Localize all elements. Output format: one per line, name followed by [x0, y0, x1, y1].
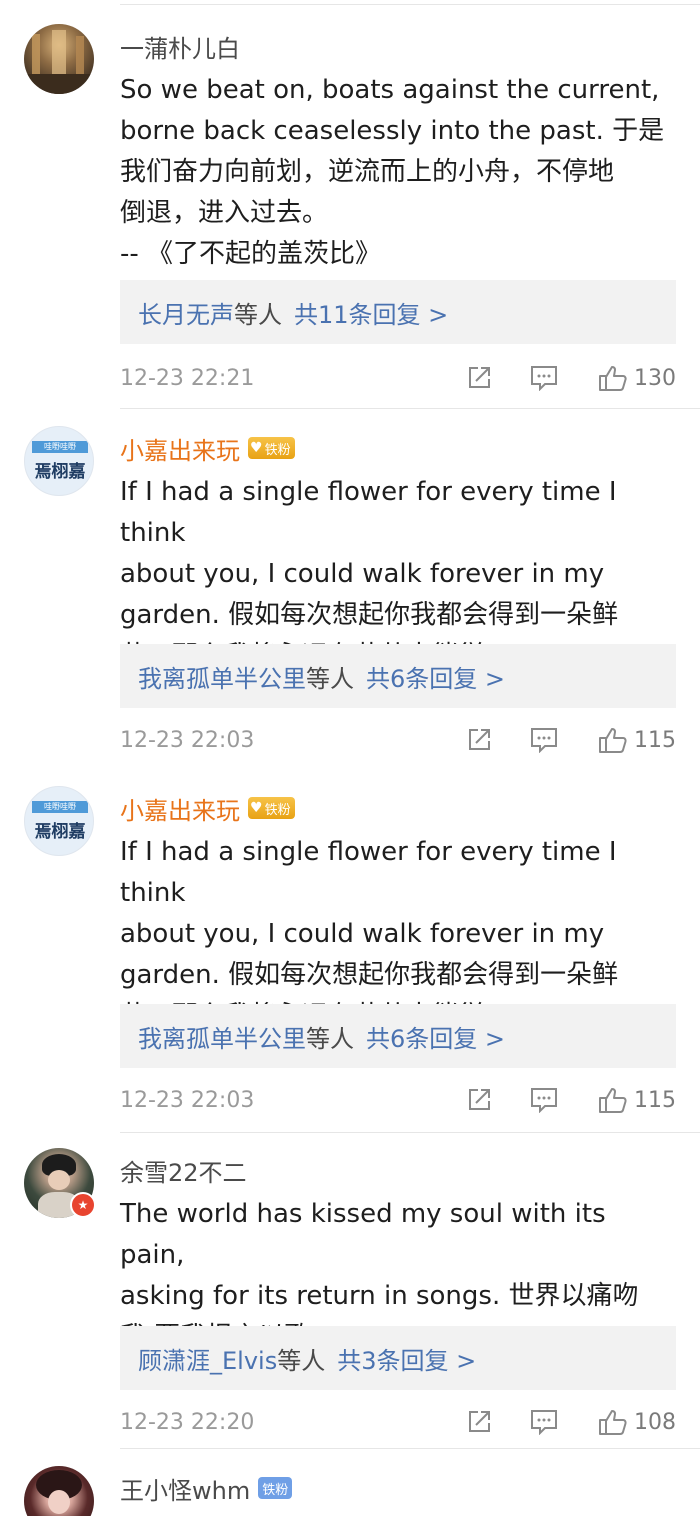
comment-item: 王小怪whm 铁粉	[0, 1466, 700, 1516]
avatar-text: 焉栩嘉	[34, 822, 86, 842]
reply-users[interactable]: 我离孤单半公里	[138, 1019, 306, 1054]
reply-users[interactable]: 顾潇涯_Elvis	[138, 1341, 277, 1376]
username[interactable]: 一蒲朴儿白	[120, 29, 240, 64]
fan-badge: 铁粉	[258, 1477, 293, 1499]
heart-icon: ♥	[250, 800, 263, 816]
avatar-banner: 哇嘢哇嘢	[32, 801, 88, 813]
reply-count[interactable]: 共3条回复 >	[337, 1341, 476, 1376]
timestamp: 12-23 22:03	[120, 1087, 255, 1113]
reply-summary[interactable]: 我离孤单半公里 等人 共6条回复 >	[120, 644, 676, 708]
like-icon[interactable]	[598, 1408, 628, 1436]
username[interactable]: 小嘉出来玩	[120, 791, 240, 826]
badge-label: 铁粉	[264, 802, 291, 818]
share-icon[interactable]	[466, 1409, 492, 1435]
timestamp: 12-23 22:03	[120, 727, 255, 753]
reply-summary[interactable]: 我离孤单半公里 等人 共6条回复 >	[120, 1004, 676, 1068]
reply-summary[interactable]: 顾潇涯_Elvis 等人 共3条回复 >	[120, 1326, 676, 1390]
comment-text: So we beat on, boats against the current…	[120, 75, 665, 269]
reply-suffix: 等人	[306, 1024, 354, 1053]
avatar[interactable]: ★	[24, 1148, 96, 1218]
like-count: 130	[634, 365, 676, 391]
reply-count[interactable]: 共11条回复 >	[294, 295, 448, 330]
username[interactable]: 小嘉出来玩	[120, 431, 240, 466]
share-icon[interactable]	[466, 727, 492, 753]
like-count: 108	[634, 1409, 676, 1435]
comment-icon[interactable]	[530, 365, 558, 391]
reply-users[interactable]: 我离孤单半公里	[138, 659, 306, 694]
comment-icon[interactable]	[530, 1087, 558, 1113]
comment-item: ★ 余雪22不二 The world has kissed my soul wi…	[0, 1148, 700, 1448]
comment-icon[interactable]	[530, 1409, 558, 1435]
comment-item: 一蒲朴儿白 So we beat on, boats against the c…	[0, 24, 700, 409]
reply-users[interactable]: 长月无声	[138, 295, 234, 330]
comment-icon[interactable]	[530, 727, 558, 753]
timestamp: 12-23 22:21	[120, 365, 255, 391]
reply-suffix: 等人	[234, 300, 282, 329]
like-icon[interactable]	[598, 364, 628, 392]
timestamp: 12-23 22:20	[120, 1409, 255, 1435]
reply-count[interactable]: 共6条回复 >	[366, 659, 505, 694]
like-count: 115	[634, 1087, 676, 1113]
avatar[interactable]: 哇嘢哇嘢 焉栩嘉	[24, 426, 94, 496]
avatar-text: 焉栩嘉	[34, 462, 86, 482]
reply-count[interactable]: 共6条回复 >	[366, 1019, 505, 1054]
fan-badge: ♥ 铁粉	[248, 797, 295, 819]
fan-badge: ♥ 铁粉	[248, 437, 295, 459]
heart-icon: ♥	[250, 440, 263, 456]
avatar[interactable]: 哇嘢哇嘢 焉栩嘉	[24, 786, 94, 856]
comment-item: 哇嘢哇嘢 焉栩嘉 小嘉出来玩 ♥ 铁粉 If I had a single fl…	[0, 786, 700, 1132]
comment-item: 哇嘢哇嘢 焉栩嘉 小嘉出来玩 ♥ 铁粉 If I had a single fl…	[0, 426, 700, 772]
avatar-banner: 哇嘢哇嘢	[32, 441, 88, 453]
reply-summary[interactable]: 长月无声 等人 共11条回复 >	[120, 280, 676, 344]
username[interactable]: 王小怪whm	[120, 1471, 250, 1506]
avatar[interactable]	[24, 1466, 94, 1516]
avatar[interactable]	[24, 24, 94, 94]
like-icon[interactable]	[598, 1086, 628, 1114]
like-icon[interactable]	[598, 726, 628, 754]
verified-icon: ★	[70, 1192, 96, 1218]
divider	[120, 4, 700, 5]
share-icon[interactable]	[466, 365, 492, 391]
share-icon[interactable]	[466, 1087, 492, 1113]
reply-suffix: 等人	[306, 664, 354, 693]
badge-label: 铁粉	[264, 442, 291, 458]
reply-suffix: 等人	[277, 1346, 326, 1375]
comment-feed[interactable]: 一蒲朴儿白 So we beat on, boats against the c…	[0, 0, 700, 1516]
divider	[120, 1132, 700, 1133]
username[interactable]: 余雪22不二	[120, 1153, 247, 1188]
divider	[120, 1448, 700, 1449]
divider	[120, 408, 700, 409]
like-count: 115	[634, 727, 676, 753]
